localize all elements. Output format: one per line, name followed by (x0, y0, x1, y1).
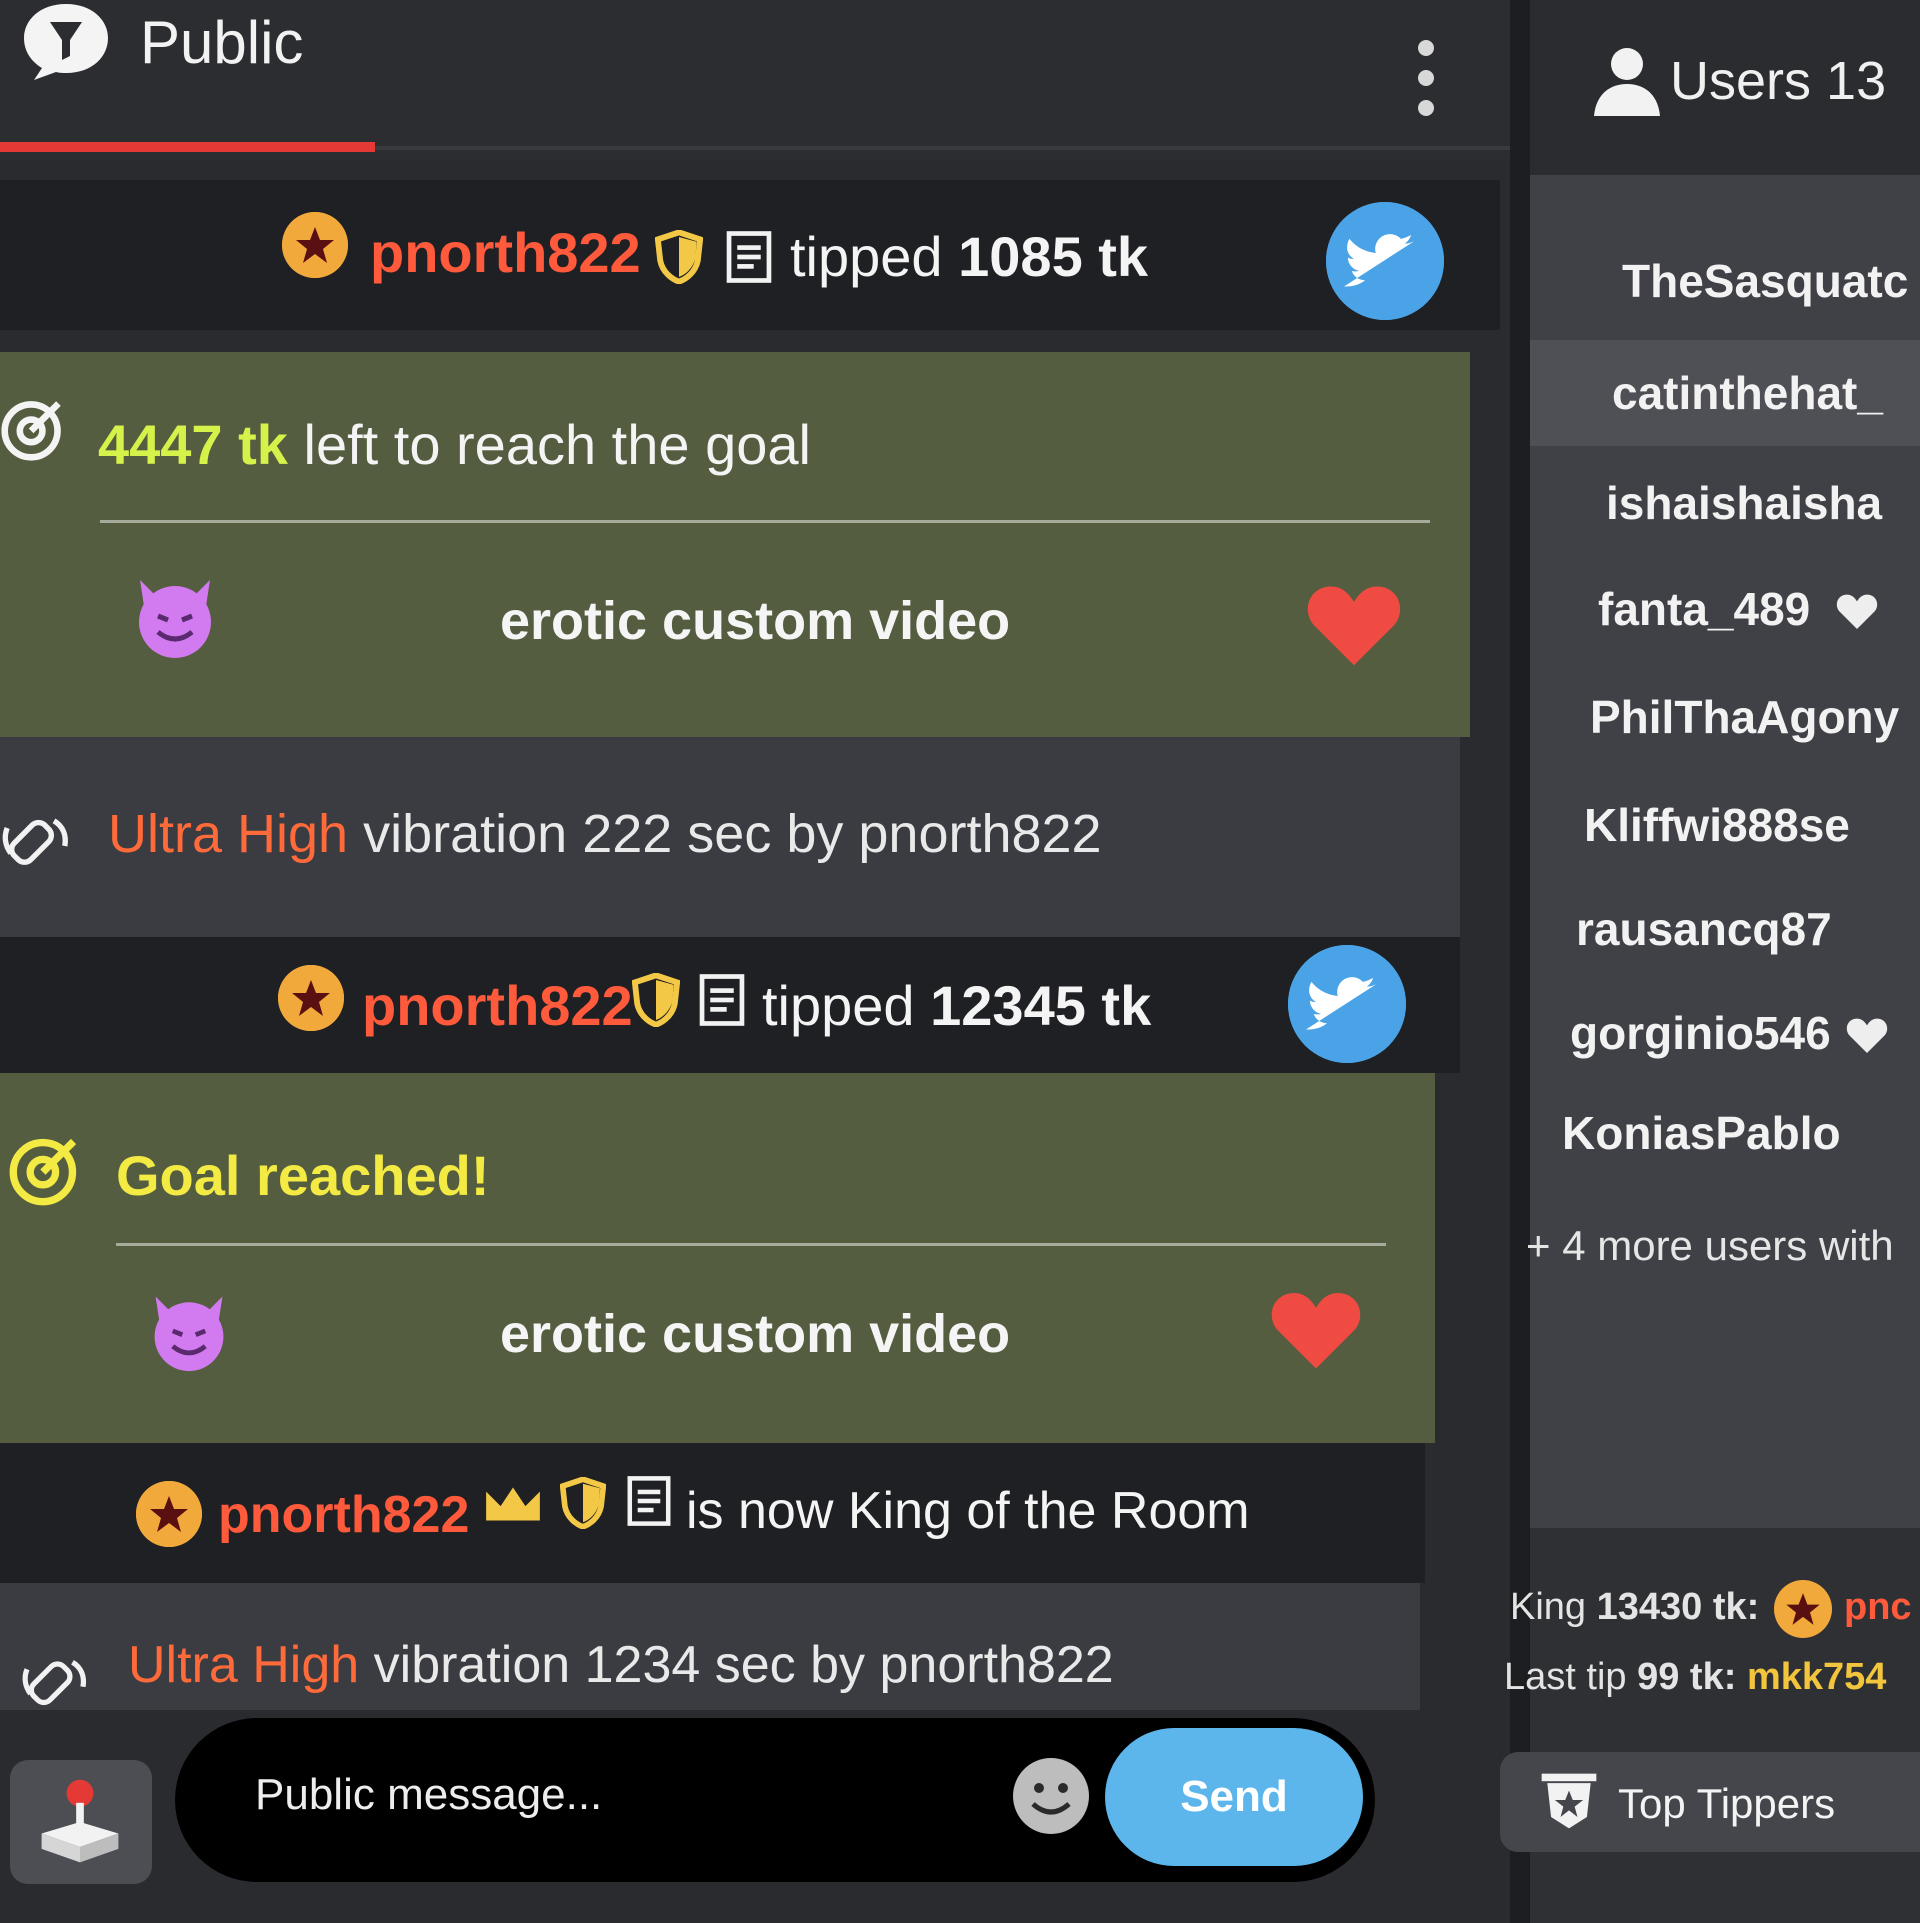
tab-public[interactable]: Public (140, 8, 303, 77)
user-list-item[interactable]: rausancq87 (1530, 876, 1920, 982)
message-username[interactable]: pnorth822 (218, 1485, 469, 1545)
twitter-bird-icon[interactable] (1326, 202, 1444, 320)
chat-bubble-icon (24, 4, 108, 80)
shield-icon (632, 973, 680, 1027)
message-input-bar: Public message... Send (175, 1718, 1375, 1882)
heart-icon[interactable] (1270, 1287, 1362, 1371)
goal-item-name: erotic custom video (500, 1304, 1011, 1364)
vibration-icon (22, 1659, 87, 1706)
smiling-devil-icon (154, 1296, 224, 1372)
chat-message-vibration: Ultra High vibration 1234 sec by pnorth8… (0, 1583, 1420, 1710)
smiling-devil-icon (139, 580, 211, 658)
twitter-bird-icon[interactable] (1288, 945, 1406, 1063)
target-icon (9, 1138, 77, 1206)
note-icon (726, 231, 772, 283)
users-title: Users 13 (1670, 51, 1887, 111)
chat-message-king: pnorth822 is now King of the Room (0, 1443, 1425, 1583)
active-tab-underline (0, 142, 375, 152)
heart-icon (1846, 1018, 1888, 1054)
star-badge-icon (1774, 1580, 1832, 1638)
chat-message-goal-reached: Goal reached! erotic custom video (0, 1073, 1435, 1443)
joystick-icon (41, 1779, 119, 1863)
heart-icon (1836, 594, 1878, 630)
top-tippers-button[interactable]: Top Tippers (1500, 1752, 1920, 1852)
message-username[interactable]: pnorth822 (362, 973, 633, 1038)
chat-panel: Public pnorth822 tipped 1085 tk 4447 tk … (0, 0, 1510, 1923)
user-list-item[interactable]: catinthehat_ (1530, 340, 1920, 446)
chat-header: Public (0, 0, 1510, 160)
more-users-text[interactable]: + 4 more users with (1526, 1222, 1894, 1270)
chat-message-goal: 4447 tk left to reach the goal erotic cu… (0, 352, 1470, 737)
users-header: Users 13 (1530, 0, 1920, 175)
tip-text: tipped 1085 tk (790, 225, 1149, 288)
goal-divider (100, 520, 1430, 523)
user-list-item[interactable]: KoniasPablo (1530, 1084, 1920, 1190)
user-list-item[interactable]: fanta_489 (1530, 556, 1920, 662)
vibration-icon (2, 818, 68, 865)
star-badge-icon (278, 965, 344, 1031)
chat-message-tip: pnorth822 tipped 12345 tk (0, 937, 1460, 1073)
tip-text: tipped 12345 tk (762, 974, 1152, 1037)
goal-reached-text: Goal reached! (116, 1144, 490, 1207)
emoji-icon[interactable] (1013, 1758, 1089, 1834)
target-icon (1, 401, 61, 461)
shield-icon (655, 230, 703, 284)
note-icon (699, 974, 745, 1026)
user-list-item[interactable]: PhilThaAgony (1530, 664, 1920, 770)
send-button[interactable]: Send (1105, 1728, 1363, 1866)
users-panel: Users 13 TheSasquatc catinthehat_ ishais… (1500, 0, 1920, 1923)
game-button[interactable] (10, 1760, 152, 1884)
king-text: is now King of the Room (686, 1482, 1250, 1540)
chat-message-tip: pnorth822 tipped 1085 tk (0, 180, 1500, 330)
user-list-item[interactable]: Kliffwi888se (1530, 772, 1920, 878)
user-list-item[interactable]: ishaishaisha (1530, 450, 1920, 556)
kebab-menu-icon[interactable] (1408, 40, 1444, 120)
chat-message-vibration: Ultra High vibration 222 sec by pnorth82… (0, 737, 1460, 937)
goal-divider (116, 1243, 1386, 1246)
heart-icon[interactable] (1306, 580, 1402, 668)
user-list-item[interactable]: gorginio546 (1530, 980, 1920, 1086)
goal-item-name: erotic custom video (500, 591, 1011, 651)
header-divider (375, 146, 1510, 150)
public-message-input[interactable]: Public message... (255, 1770, 602, 1820)
users-footer: King 13430 tk: pnc Last tip 99 tk: mkk75… (1504, 1528, 1920, 1923)
vibration-text: Ultra High vibration 222 sec by pnorth82… (108, 804, 1102, 864)
star-badge-icon (282, 212, 348, 278)
trophy-icon (1541, 1773, 1597, 1829)
crown-icon (486, 1487, 540, 1521)
king-username[interactable]: pnc (1844, 1586, 1912, 1629)
message-username[interactable]: pnorth822 (370, 220, 641, 285)
star-badge-icon (136, 1481, 202, 1547)
note-icon (627, 1476, 671, 1526)
vibration-text: Ultra High vibration 1234 sec by pnorth8… (128, 1636, 1114, 1694)
goal-remaining: 4447 tk left to reach the goal (98, 413, 811, 476)
last-tip-info: Last tip 99 tk: mkk754 (1504, 1656, 1887, 1698)
shield-icon (560, 1477, 606, 1529)
user-list-item[interactable]: TheSasquatc (1530, 228, 1920, 334)
user-icon (1594, 48, 1660, 116)
king-info: King 13430 tk: (1510, 1586, 1760, 1628)
